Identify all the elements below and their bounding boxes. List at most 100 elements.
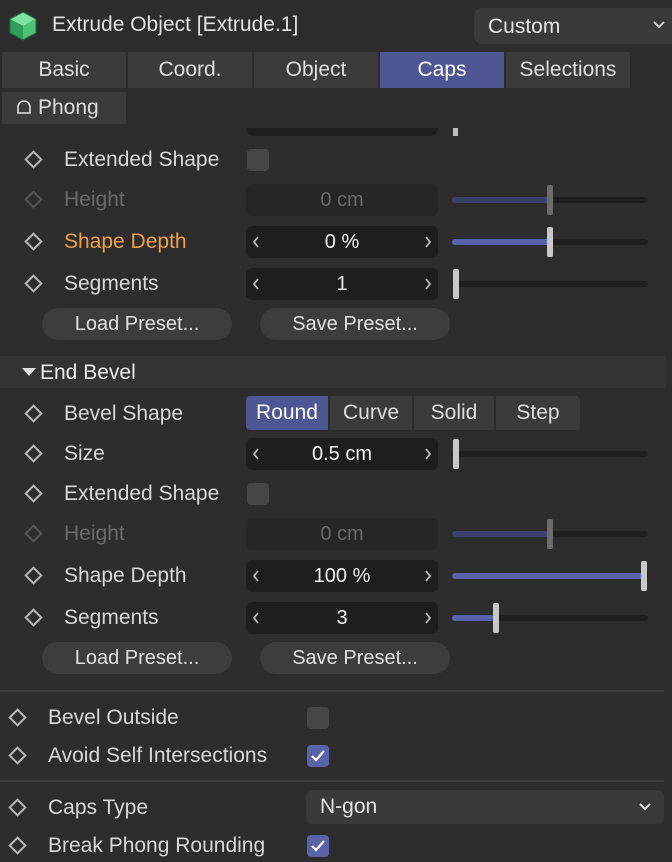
keyframe-diamond-icon: [24, 190, 43, 209]
keyframe-diamond-icon[interactable]: [24, 274, 43, 293]
keyframe-diamond-icon[interactable]: [8, 836, 27, 855]
chevron-right-icon[interactable]: [422, 608, 434, 628]
extended-shape-label: Extended Shape: [64, 482, 220, 505]
layout-dropdown-value: Custom: [488, 15, 561, 38]
height-label: Height: [64, 188, 125, 211]
keyframe-diamond-icon[interactable]: [24, 484, 43, 503]
row-height-1: Height 0 cm: [0, 180, 672, 220]
shape-depth-label: Shape Depth: [64, 230, 187, 253]
segments-value: 3: [336, 607, 348, 629]
object-title: Extrude Object [Extrude.1]: [52, 13, 299, 36]
keyframe-diamond-icon[interactable]: [24, 232, 43, 251]
height-field: 0 cm: [246, 184, 438, 216]
tab-phong[interactable]: Phong: [2, 92, 126, 124]
caps-type-label: Caps Type: [48, 796, 149, 819]
chevron-right-icon[interactable]: [422, 566, 434, 586]
slider-knob[interactable]: [453, 269, 459, 299]
save-preset-button[interactable]: Save Preset...: [260, 308, 450, 340]
extended-shape-checkbox[interactable]: [247, 483, 269, 505]
segments-value: 1: [336, 273, 348, 295]
shape-depth-slider[interactable]: [452, 561, 648, 591]
keyframe-diamond-icon[interactable]: [24, 566, 43, 585]
row-shape-depth-1: Shape Depth 0 %: [0, 222, 672, 262]
extended-shape-checkbox[interactable]: [247, 149, 269, 171]
bevel-outside-checkbox[interactable]: [307, 707, 329, 729]
bevel-shape-step[interactable]: Step: [496, 396, 580, 430]
tab-coord[interactable]: Coord.: [128, 52, 252, 88]
slider-knob[interactable]: [641, 561, 647, 591]
size-value: 0.5 cm: [311, 443, 373, 465]
tab-selections[interactable]: Selections: [506, 52, 630, 88]
checkmark-icon: [311, 750, 325, 762]
divider: [0, 780, 664, 782]
row-height-2: Height 0 cm: [0, 514, 672, 554]
layout-dropdown[interactable]: Custom: [474, 8, 672, 44]
break-phong-rounding-checkbox[interactable]: [307, 835, 329, 857]
row-avoid-self-intersections: Avoid Self Intersections: [0, 736, 672, 776]
keyframe-diamond-icon[interactable]: [8, 746, 27, 765]
tab-caps[interactable]: Caps: [380, 52, 504, 88]
shape-depth-value: 0 %: [324, 231, 360, 253]
slider-knob[interactable]: [453, 439, 459, 469]
chevron-right-icon[interactable]: [422, 232, 434, 252]
load-preset-button[interactable]: Load Preset...: [42, 642, 232, 674]
tab-object[interactable]: Object: [254, 52, 378, 88]
row-size: Size 0.5 cm: [0, 434, 672, 474]
slider-fill: [452, 531, 550, 537]
segments-label: Segments: [64, 272, 159, 295]
segments-field[interactable]: 3: [246, 602, 438, 634]
size-field[interactable]: 0.5 cm: [246, 438, 438, 470]
avoid-self-intersections-checkbox[interactable]: [307, 745, 329, 767]
end-bevel-title: End Bevel: [40, 361, 136, 384]
row-bevel-outside: Bevel Outside: [0, 698, 672, 738]
keyframe-diamond-icon[interactable]: [24, 150, 43, 169]
shape-depth-field[interactable]: 100 %: [246, 560, 438, 592]
caps-type-dropdown[interactable]: N-gon: [306, 790, 664, 824]
slider-fill: [452, 615, 494, 621]
keyframe-diamond-icon[interactable]: [8, 708, 27, 727]
scrolled-slider-knob: [453, 128, 458, 136]
slider-fill: [452, 239, 550, 245]
tab-basic[interactable]: Basic: [2, 52, 126, 88]
save-preset-button[interactable]: Save Preset...: [260, 642, 450, 674]
height-value: 0 cm: [320, 189, 364, 211]
slider-fill: [452, 197, 550, 203]
keyframe-diamond-icon[interactable]: [24, 608, 43, 627]
shape-depth-value: 100 %: [313, 565, 371, 587]
shape-depth-slider[interactable]: [452, 227, 648, 257]
avoid-self-intersections-label: Avoid Self Intersections: [48, 744, 268, 767]
checkmark-icon: [311, 840, 325, 852]
row-extended-shape-1: Extended Shape: [0, 140, 672, 180]
row-break-phong-rounding: Break Phong Rounding: [0, 826, 672, 862]
scrolled-field: [246, 128, 438, 136]
size-slider[interactable]: [452, 439, 648, 469]
slider-knob[interactable]: [493, 603, 499, 633]
row-extended-shape-2: Extended Shape: [0, 474, 672, 514]
bevel-shape-round[interactable]: Round: [246, 396, 328, 430]
cube-icon: [9, 11, 37, 41]
segments-slider[interactable]: [452, 269, 648, 299]
keyframe-diamond-icon[interactable]: [8, 798, 27, 817]
slider-knob: [547, 519, 553, 549]
load-preset-button[interactable]: Load Preset...: [42, 308, 232, 340]
extended-shape-label: Extended Shape: [64, 148, 220, 171]
bevel-shape-curve[interactable]: Curve: [330, 396, 412, 430]
bevel-shape-solid[interactable]: Solid: [414, 396, 494, 430]
keyframe-diamond-icon[interactable]: [24, 404, 43, 423]
chevron-down-icon: [639, 803, 651, 811]
phong-bell-icon: [17, 100, 31, 114]
bevel-outside-label: Bevel Outside: [48, 706, 179, 729]
shape-depth-label: Shape Depth: [64, 564, 187, 587]
chevron-right-icon[interactable]: [422, 274, 434, 294]
height-value: 0 cm: [320, 523, 364, 545]
shape-depth-field[interactable]: 0 %: [246, 226, 438, 258]
divider: [0, 690, 664, 692]
keyframe-diamond-icon[interactable]: [24, 444, 43, 463]
segments-field[interactable]: 1: [246, 268, 438, 300]
size-label: Size: [64, 442, 105, 465]
segments-slider[interactable]: [452, 603, 648, 633]
end-bevel-section-header[interactable]: End Bevel: [0, 356, 666, 388]
triangle-down-icon: [22, 368, 36, 376]
chevron-right-icon[interactable]: [422, 444, 434, 464]
slider-knob[interactable]: [547, 227, 553, 257]
